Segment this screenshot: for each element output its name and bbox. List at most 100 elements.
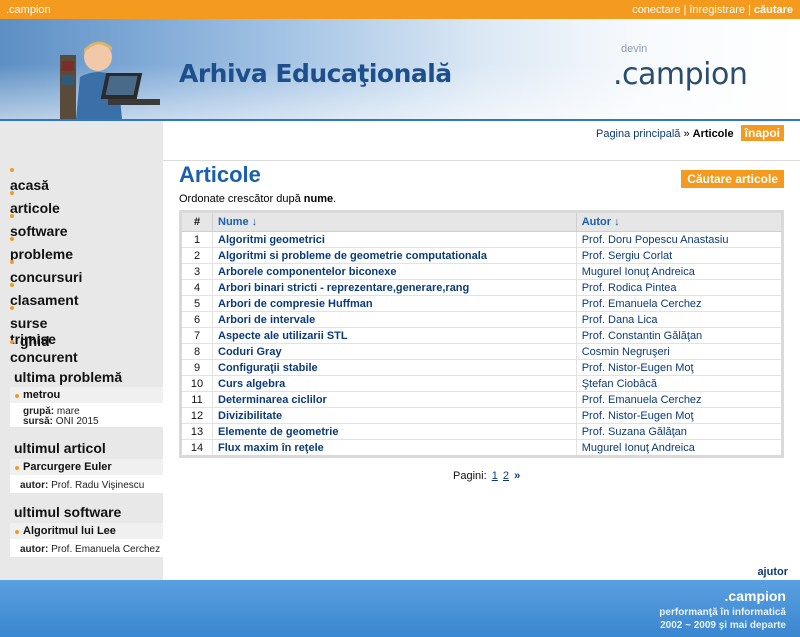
row-number: 8: [180, 343, 213, 360]
row-number: 11: [180, 391, 213, 408]
breadcrumb-home-link[interactable]: Pagina principală: [596, 128, 680, 140]
footer-brand: .campion: [724, 588, 786, 604]
breadcrumb-row: Pagina principală » Articole înapoi: [163, 121, 800, 151]
register-link[interactable]: înregistrare: [689, 4, 745, 16]
table-row: 2 Algoritmi si probleme de geometrie comp…: [180, 247, 784, 264]
article-title-link[interactable]: Aspecte ale utilizarii STL: [212, 327, 577, 344]
table-row: 12 Divizibilitate Prof. Nistor-Eugen Moţ: [180, 407, 784, 424]
header-banner: Arhiva Educaţională devin .campion: [0, 19, 800, 119]
search-link[interactable]: căutare: [754, 4, 793, 16]
last-article-heading: ultimul articol: [14, 440, 106, 456]
footer: .campion performanţă în informatică 2002…: [0, 580, 800, 637]
column-header-name[interactable]: Nume ↓: [212, 211, 577, 232]
sort-field: nume: [303, 193, 334, 205]
next-page-link[interactable]: »: [514, 470, 520, 482]
link-separator: |: [748, 4, 751, 16]
last-article-name[interactable]: Parcurgere Euler: [23, 461, 112, 473]
article-author: Prof. Rodica Pintea: [575, 279, 784, 296]
bullet-icon: [15, 466, 19, 470]
last-problem-title-row[interactable]: metrou: [10, 387, 163, 403]
kid-with-laptop-illustration: [60, 41, 160, 119]
article-title-link[interactable]: Coduri Gray: [212, 343, 577, 360]
row-number: 14: [180, 439, 213, 457]
article-title-link[interactable]: Arbori de compresie Huffman: [212, 295, 577, 312]
site-name[interactable]: .campion: [6, 4, 51, 16]
bullet-icon: [10, 191, 14, 196]
table-row: 7 Aspecte ale utilizarii STL Prof. Constan…: [180, 327, 784, 344]
row-number: 1: [180, 231, 213, 248]
article-author: Prof. Suzana Gălăţan: [575, 423, 784, 440]
last-software-name[interactable]: Algoritmul lui Lee: [23, 525, 116, 537]
article-title-link[interactable]: Configuraţii stabile: [212, 359, 577, 376]
table-header-row: # Nume ↓ Autor ↓: [180, 211, 784, 232]
main-content: Pagina principală » Articole înapoi Arti…: [163, 121, 800, 580]
table-row: 9 Configuraţii stabile Prof. Nistor-Eugen …: [180, 359, 784, 376]
row-number: 9: [180, 359, 213, 376]
column-header-author[interactable]: Autor ↓: [575, 211, 784, 232]
last-problem-name[interactable]: metrou: [23, 389, 60, 401]
article-title-link[interactable]: Arbori de intervale: [212, 311, 577, 328]
site-title: Arhiva Educaţională: [179, 59, 452, 88]
row-number: 13: [180, 423, 213, 440]
last-article-title-row[interactable]: Parcurgere Euler: [10, 459, 163, 475]
article-title-link[interactable]: Algoritmi geometrici: [212, 231, 577, 248]
logo-text: .campion: [613, 57, 748, 92]
last-problem-heading: ultima problemă: [14, 369, 123, 385]
nav-item-guide[interactable]: ghid concurent: [10, 333, 78, 365]
top-bar: .campion conectare | înregistrare | căutare: [0, 0, 800, 19]
bullet-icon: [10, 260, 14, 265]
last-article-author: autor: Prof. Radu Vişinescu: [20, 480, 145, 491]
search-articles-button[interactable]: Căutare articole: [681, 170, 784, 188]
row-number: 12: [180, 407, 213, 424]
last-problem-source: sursă: ONI 2015: [23, 416, 99, 427]
bullet-icon: [10, 237, 14, 242]
article-author: Prof. Constantin Gălăţan: [575, 327, 784, 344]
table-row: 1 Algoritmi geometrici Prof. Doru Popescu …: [180, 231, 784, 248]
back-button[interactable]: înapoi: [740, 125, 784, 141]
article-author: Prof. Emanuela Cerchez: [575, 391, 784, 408]
page-link-2[interactable]: 2: [503, 470, 509, 482]
article-title-link[interactable]: Determinarea ciclilor: [212, 391, 577, 408]
divider: [163, 160, 800, 161]
bullet-icon: [10, 283, 14, 288]
bullet-icon: [15, 394, 19, 398]
account-links: conectare | înregistrare | căutare: [632, 4, 793, 16]
row-number: 6: [180, 311, 213, 328]
article-author: Prof. Sergiu Corlat: [575, 247, 784, 264]
row-number: 2: [180, 247, 213, 264]
campion-logo[interactable]: devin .campion: [613, 43, 793, 113]
article-author: Mugurel Ionuţ Andreica: [575, 439, 784, 457]
article-title-link[interactable]: Divizibilitate: [212, 407, 577, 424]
article-author: Prof. Doru Popescu Anastasiu: [575, 231, 784, 248]
row-number: 5: [180, 295, 213, 312]
table-body: 1 Algoritmi geometrici Prof. Doru Popescu …: [180, 231, 784, 457]
article-author: Cosmin Negruşeri: [575, 343, 784, 360]
article-author: Prof. Nistor-Eugen Moţ: [575, 359, 784, 376]
table-row: 8 Coduri Gray Cosmin Negruşeri: [180, 343, 784, 360]
article-title-link[interactable]: Elemente de geometrie: [212, 423, 577, 440]
login-link[interactable]: conectare: [632, 4, 680, 16]
bullet-icon: [10, 168, 14, 173]
breadcrumb-separator: »: [683, 128, 690, 140]
last-article-box: Parcurgere Euler autor: Prof. Radu Vişin…: [10, 459, 163, 493]
article-title-link[interactable]: Arborele componentelor biconexe: [212, 263, 577, 280]
logo-prefix: devin: [621, 43, 648, 55]
last-software-heading: ultimul software: [14, 504, 122, 520]
last-software-box: Algoritmul lui Lee autor: Prof. Emanuela…: [10, 523, 163, 557]
article-author: Prof. Dana Lica: [575, 311, 784, 328]
article-title-link[interactable]: Flux maxim în reţele: [212, 439, 577, 457]
last-software-author: autor: Prof. Emanuela Cerchez: [20, 544, 161, 555]
article-author: Prof. Emanuela Cerchez: [575, 295, 784, 312]
sidebar: acasă articole software probleme concurs…: [0, 121, 163, 580]
article-title-link[interactable]: Arbori binari stricti - reprezentare,gen…: [212, 279, 577, 296]
page-link-1[interactable]: 1: [492, 470, 498, 482]
table-row: 5 Arbori de compresie Huffman Prof. Emanue…: [180, 295, 784, 312]
last-software-title-row[interactable]: Algoritmul lui Lee: [10, 523, 163, 539]
article-title-link[interactable]: Algoritmi si probleme de geometrie compu…: [212, 247, 577, 264]
row-number: 10: [180, 375, 213, 392]
bullet-icon: [15, 530, 19, 534]
help-link[interactable]: ajutor: [757, 566, 788, 578]
footer-years: 2002 ~ 2009 şi mai departe: [660, 620, 786, 631]
article-title-link[interactable]: Curs algebra: [212, 375, 577, 392]
pagination: Pagini: 1 2 »: [453, 470, 520, 482]
